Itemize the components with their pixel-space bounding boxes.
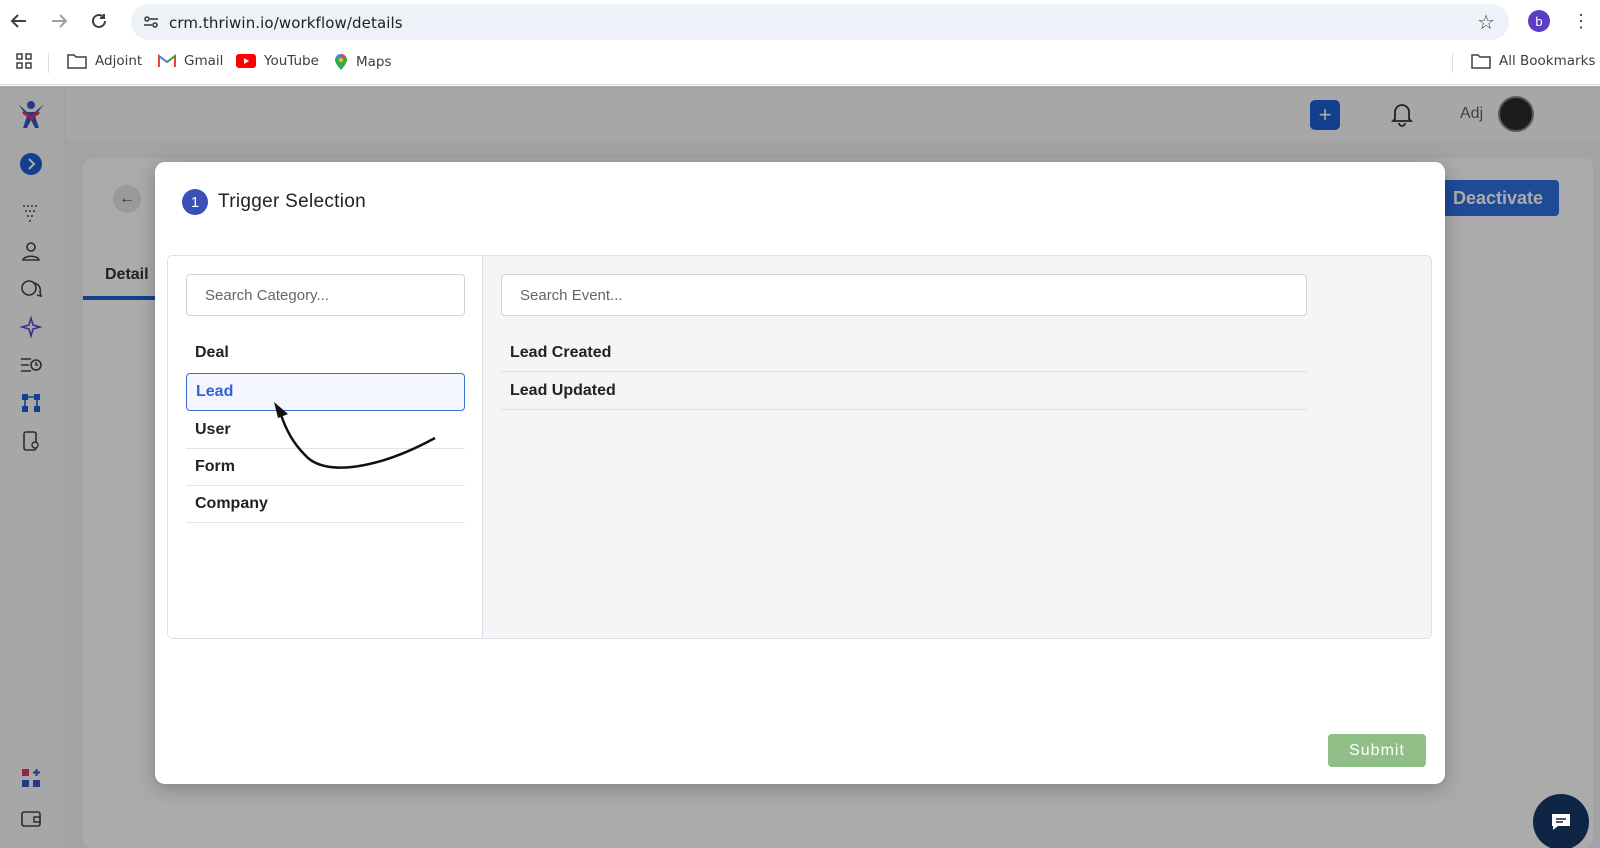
reload-icon[interactable] — [87, 9, 111, 33]
profile-avatar[interactable]: b — [1528, 10, 1550, 32]
all-bookmarks[interactable]: All Bookmarks — [1471, 53, 1595, 69]
forward-icon[interactable] — [47, 9, 71, 33]
trigger-selection-modal: 1 Trigger Selection Search Category... D… — [155, 162, 1445, 784]
submit-button[interactable]: Submit — [1328, 734, 1426, 767]
bookmark-label: Adjoint — [95, 53, 143, 69]
chat-bubble-icon — [1552, 814, 1570, 830]
bookmarks-separator — [48, 53, 49, 73]
trigger-panel: Search Category... Deal Lead User Form C… — [167, 255, 1432, 639]
event-search-input[interactable]: Search Event... — [501, 274, 1307, 316]
category-column: Search Category... Deal Lead User Form C… — [168, 256, 483, 638]
bookmark-adjoint[interactable]: Adjoint — [67, 53, 142, 69]
chat-support-button[interactable] — [1533, 794, 1589, 848]
url-text[interactable]: crm.thriwin.io/workflow/details — [169, 14, 403, 32]
event-item-lead-updated[interactable]: Lead Updated — [501, 372, 1307, 410]
bookmark-gmail[interactable]: Gmail — [158, 53, 223, 69]
category-item-company[interactable]: Company — [186, 485, 465, 523]
bookmark-maps[interactable]: Maps — [334, 53, 392, 71]
category-item-form[interactable]: Form — [186, 448, 465, 486]
event-item-lead-created[interactable]: Lead Created — [501, 334, 1307, 372]
all-bookmarks-label: All Bookmarks — [1499, 53, 1596, 69]
gmail-icon — [158, 54, 176, 67]
bookmarks-bar: Adjoint Gmail YouTube Maps All Bookmarks — [0, 42, 1600, 85]
event-column: Search Event... Lead Created Lead Update… — [483, 256, 1431, 638]
bookmark-label: YouTube — [264, 53, 319, 69]
browser-toolbar: crm.thriwin.io/workflow/details ☆ b ⋮ — [0, 0, 1600, 42]
address-bar[interactable]: crm.thriwin.io/workflow/details ☆ — [131, 4, 1509, 40]
bookmark-youtube[interactable]: YouTube — [236, 53, 319, 69]
category-item-user[interactable]: User — [186, 411, 465, 449]
category-item-lead[interactable]: Lead — [186, 373, 465, 411]
apps-grid-icon[interactable] — [16, 53, 40, 69]
browser-menu-icon[interactable]: ⋮ — [1572, 10, 1590, 32]
folder-icon — [67, 54, 87, 69]
youtube-icon — [236, 54, 256, 68]
category-item-deal[interactable]: Deal — [186, 334, 465, 372]
folder-icon — [1471, 54, 1491, 69]
back-icon[interactable] — [7, 9, 31, 33]
modal-title: Trigger Selection — [218, 191, 367, 212]
category-search-input[interactable]: Search Category... — [186, 274, 465, 316]
bookmarks-separator — [1452, 53, 1453, 73]
step-number-badge: 1 — [182, 189, 208, 215]
bookmark-label: Maps — [356, 54, 392, 70]
bookmark-label: Gmail — [184, 53, 224, 69]
bookmark-star-icon[interactable]: ☆ — [1477, 10, 1495, 35]
maps-icon — [335, 54, 347, 70]
site-settings-icon[interactable] — [141, 12, 161, 32]
